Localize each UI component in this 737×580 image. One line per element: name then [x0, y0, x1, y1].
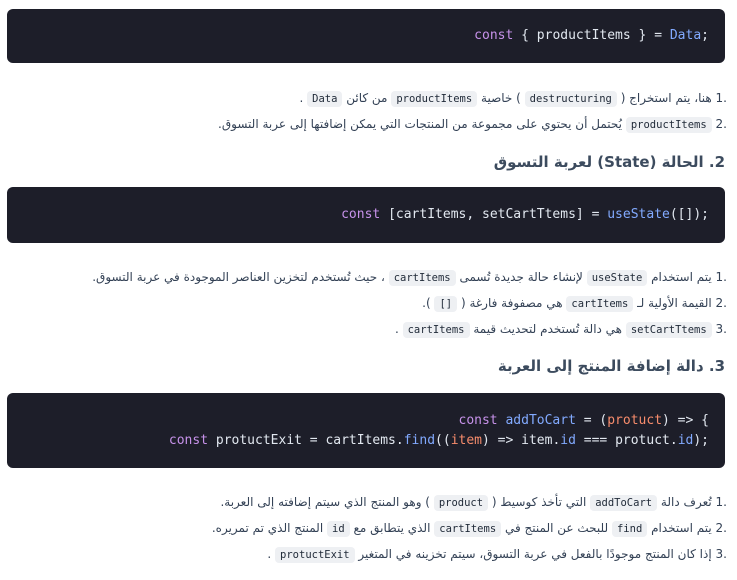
- code-text: ((: [435, 432, 451, 448]
- inline-code: cartItems: [402, 322, 470, 338]
- list-number: .2: [715, 296, 727, 310]
- code-text: ;: [701, 28, 709, 43]
- code-text: ([]);: [669, 207, 709, 222]
- inline-code: useState: [586, 270, 648, 286]
- section-heading-3: 3. دالة إضافة المنتج إلى العربة: [497, 357, 725, 375]
- inline-code: cartItems: [434, 521, 502, 537]
- article-content: const { productItems } = Data; .1 هنا، ي…: [0, 0, 737, 580]
- code-function: addToCart: [505, 412, 576, 428]
- code-property: id: [560, 432, 576, 448]
- code-text: );: [693, 432, 709, 448]
- list-text: .: [267, 547, 272, 561]
- list-text: للبحث عن المنتج في: [504, 521, 609, 535]
- list-item: .1 هنا، يتم استخراج ( destructuring ) خا…: [8, 86, 727, 112]
- code-text: = (: [575, 412, 608, 428]
- code-property: id: [677, 432, 694, 448]
- inline-code: Data: [307, 91, 343, 107]
- list-item: .3 إذا كان المنتج موجودًا بالفعل في عربة…: [8, 542, 727, 568]
- inline-code: id: [327, 521, 350, 537]
- code-keyword: const: [458, 412, 498, 428]
- list-item: .1 يتم استخدام useState لإنشاء حالة جديد…: [8, 265, 727, 291]
- inline-code: find: [611, 521, 648, 537]
- list-item: .1 تُعرف دالة addToCart التي تأخذ كوسيط …: [8, 490, 727, 516]
- list-text: هنا، يتم استخراج (: [620, 91, 712, 105]
- list-number: .3: [715, 322, 727, 336]
- code-block-2: const [cartItems, setCartTtems] = useSta…: [7, 187, 725, 243]
- code-param: item: [450, 432, 482, 448]
- list-number: .2: [715, 521, 727, 535]
- list-text: المنتج الذي تم تمريره.: [211, 521, 324, 535]
- list-text: القيمة الأولية لـ: [637, 296, 712, 310]
- code-text: === protuct.: [575, 432, 678, 448]
- code-text: ) => item.: [482, 432, 561, 448]
- list-text: هي دالة تُستخدم لتحديث قيمة: [473, 322, 623, 336]
- inline-code: addToCart: [590, 495, 658, 511]
- list-text: يتم استخدام: [651, 270, 712, 284]
- list-number: .1: [715, 91, 727, 105]
- inline-code: product: [433, 495, 489, 511]
- code-param: protuct: [607, 412, 663, 428]
- list-text: التي تأخذ كوسيط (: [491, 495, 587, 509]
- inline-code: setCartTtems: [625, 322, 712, 338]
- inline-code: cartItems: [566, 296, 634, 312]
- code-keyword: const: [341, 207, 381, 222]
- code-line: const addToCart = (protuct) => {: [23, 411, 710, 431]
- list-2: .1 يتم استخدام useState لإنشاء حالة جديد…: [8, 265, 727, 343]
- code-block-3: const addToCart = (protuct) => { const p…: [7, 393, 725, 468]
- list-text: .: [394, 322, 399, 336]
- code-block-1: const { productItems } = Data;: [7, 9, 725, 63]
- list-text: ).: [422, 296, 431, 310]
- code-text: { productItems } =: [513, 28, 670, 43]
- code-text: protuctExit = cartItems.: [208, 432, 404, 448]
- list-number: .3: [715, 547, 727, 561]
- code-line: const { productItems } = Data;: [23, 26, 709, 46]
- code-function: useState: [607, 207, 670, 222]
- list-item: .2 productItems يُحتمل أن يحتوي على مجمو…: [8, 112, 727, 138]
- code-identifier: Data: [669, 28, 702, 43]
- code-line: const protuctExit = cartItems.find((item…: [23, 431, 709, 451]
- list-text: إذا كان المنتج موجودًا بالفعل في عربة ال…: [358, 547, 712, 561]
- list-text: من كائن: [346, 91, 388, 105]
- list-text: يُحتمل أن يحتوي على مجموعة من المنتجات ا…: [218, 117, 623, 131]
- list-text: يتم استخدام: [651, 521, 712, 535]
- inline-code: productItems: [391, 91, 478, 107]
- list-text: الذي يتطابق مع: [353, 521, 431, 535]
- list-3: .1 تُعرف دالة addToCart التي تأخذ كوسيط …: [8, 490, 727, 568]
- inline-code: cartItems: [388, 270, 456, 286]
- list-item: .3 setCartTtems هي دالة تُستخدم لتحديث ق…: [8, 317, 727, 343]
- code-function: find: [403, 432, 436, 448]
- inline-code: productItems: [625, 117, 712, 133]
- list-text: .: [299, 91, 304, 105]
- code-keyword: const: [168, 432, 209, 448]
- list-text: هي مصفوفة فارغة (: [460, 296, 563, 310]
- code-text: [cartItems, setCartTtems] =: [380, 207, 608, 222]
- list-number: .2: [715, 117, 727, 131]
- list-item: .2 القيمة الأولية لـ cartItems هي مصفوفة…: [8, 291, 727, 317]
- list-1: .1 هنا، يتم استخراج ( destructuring ) خا…: [8, 86, 727, 138]
- inline-code: destructuring: [524, 91, 617, 107]
- list-text: تُعرف دالة: [660, 495, 712, 509]
- code-text: ) => {: [662, 412, 709, 428]
- code-keyword: const: [474, 28, 514, 43]
- section-heading-2: 2. الحالة (State) لعربة التسوق: [493, 153, 725, 171]
- list-number: .1: [715, 270, 727, 284]
- code-line: const [cartItems, setCartTtems] = useSta…: [23, 205, 709, 225]
- list-text: ، حيث تُستخدم لتخزين العناصر الموجودة في…: [92, 270, 385, 284]
- list-text: ) خاصية: [481, 91, 521, 105]
- list-item: .2 يتم استخدام find للبحث عن المنتج في c…: [8, 516, 727, 542]
- inline-code: protuctExit: [275, 547, 355, 563]
- inline-code: []: [434, 296, 458, 312]
- list-number: .1: [715, 495, 727, 509]
- list-text: ) وهو المنتج الذي سيتم إضافته إلى العربة…: [220, 495, 430, 509]
- list-text: لإنشاء حالة جديدة تُسمى: [459, 270, 583, 284]
